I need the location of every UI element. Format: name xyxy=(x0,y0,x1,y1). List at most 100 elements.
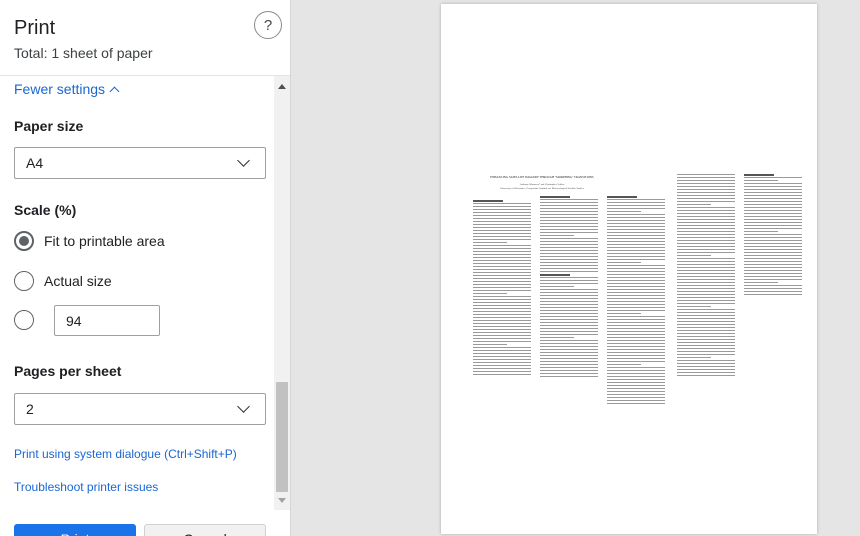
preview-text-line xyxy=(744,195,802,196)
preview-text-line xyxy=(473,365,531,366)
preview-text-line xyxy=(540,238,598,239)
paper-size-value: A4 xyxy=(26,155,44,171)
preview-text-line xyxy=(677,300,735,301)
preview-text-line xyxy=(677,174,735,175)
settings-scrollbar[interactable] xyxy=(274,76,290,510)
radio-actual-size[interactable] xyxy=(14,271,34,291)
preview-text-line xyxy=(677,288,735,289)
preview-text-line xyxy=(677,336,735,337)
preview-text-line xyxy=(607,403,665,404)
panel-divider xyxy=(290,0,291,536)
preview-text-line xyxy=(607,214,665,215)
preview-text-line xyxy=(677,306,711,307)
scale-option-fit[interactable]: Fit to printable area xyxy=(14,231,165,251)
preview-text-line xyxy=(540,361,598,362)
preview-text-line xyxy=(744,177,802,178)
cancel-button[interactable]: Cancel xyxy=(144,524,266,536)
preview-text-line xyxy=(607,256,665,257)
preview-text-line xyxy=(607,250,665,251)
preview-text-line xyxy=(677,225,735,226)
scale-option-custom[interactable] xyxy=(14,310,44,330)
page-title: Print xyxy=(14,17,56,39)
preview-text-line xyxy=(607,229,665,230)
preview-text-line xyxy=(540,367,598,368)
preview-text-line xyxy=(540,235,574,236)
preview-text-line xyxy=(540,370,598,371)
preview-text-line xyxy=(473,266,531,267)
preview-text-line xyxy=(744,189,802,190)
preview-text-line xyxy=(473,341,531,342)
preview-text-line xyxy=(540,229,598,230)
preview-text-line xyxy=(677,243,735,244)
preview-text-line xyxy=(540,250,598,251)
preview-text-line xyxy=(607,400,665,401)
scale-option-actual[interactable]: Actual size xyxy=(14,271,112,291)
preview-text-line xyxy=(473,203,531,204)
preview-text-line xyxy=(744,183,802,184)
preview-text-line xyxy=(607,373,665,374)
preview-text-line xyxy=(677,240,735,241)
preview-text-line xyxy=(744,264,802,265)
preview-text-line xyxy=(540,241,598,242)
paper-size-label: Paper size xyxy=(14,118,84,134)
preview-text-line xyxy=(744,225,802,226)
preview-text-line xyxy=(677,207,735,208)
preview-text-line xyxy=(473,215,531,216)
preview-text-line xyxy=(473,374,531,375)
radio-fit-to-printable-area[interactable] xyxy=(14,231,34,251)
custom-scale-input[interactable]: 94 xyxy=(54,305,160,336)
custom-scale-value: 94 xyxy=(66,312,82,329)
troubleshoot-link[interactable]: Troubleshoot printer issues xyxy=(14,480,158,494)
preview-text-line xyxy=(540,247,598,248)
preview-text-line xyxy=(473,296,531,297)
preview-text-line xyxy=(677,183,735,184)
preview-heading-line xyxy=(744,174,774,176)
preview-heading-line xyxy=(540,196,570,198)
preview-text-line xyxy=(540,280,598,281)
preview-text-line xyxy=(744,186,802,187)
preview-text-line xyxy=(473,308,531,309)
help-icon[interactable]: ? xyxy=(254,11,282,39)
preview-text-line xyxy=(677,297,735,298)
preview-text-line xyxy=(677,273,735,274)
preview-text-line xyxy=(744,276,802,277)
preview-text-line xyxy=(744,198,802,199)
paper-size-select[interactable]: A4 xyxy=(14,147,266,179)
preview-text-line xyxy=(540,313,598,314)
preview-text-line xyxy=(607,289,665,290)
preview-text-line xyxy=(473,362,531,363)
system-dialog-link[interactable]: Print using system dialogue (Ctrl+Shift+… xyxy=(14,447,237,461)
preview-text-line xyxy=(473,332,531,333)
preview-text-line xyxy=(607,313,641,314)
preview-text-line xyxy=(677,234,735,235)
preview-text-line xyxy=(473,371,531,372)
preview-text-line xyxy=(677,267,735,268)
preview-text-line xyxy=(744,252,802,253)
preview-text-line xyxy=(540,289,598,290)
preview-text-line xyxy=(540,328,598,329)
preview-text-line xyxy=(607,307,665,308)
preview-text-line xyxy=(677,264,735,265)
preview-text-line xyxy=(540,244,598,245)
preview-text-line xyxy=(677,219,735,220)
preview-text-line xyxy=(607,397,665,398)
preview-text-line xyxy=(473,218,531,219)
fewer-settings-toggle[interactable]: Fewer settings xyxy=(14,81,120,97)
preview-text-line xyxy=(607,379,665,380)
preview-text-line xyxy=(607,247,665,248)
preview-text-line xyxy=(677,318,735,319)
preview-text-line xyxy=(607,220,665,221)
scroll-up-arrow-icon[interactable] xyxy=(278,84,286,89)
print-button[interactable]: Print xyxy=(14,524,136,536)
preview-text-line xyxy=(607,355,665,356)
pages-per-sheet-select[interactable]: 2 xyxy=(14,393,266,425)
preview-text-line xyxy=(607,358,665,359)
preview-text-line xyxy=(607,232,665,233)
scroll-down-arrow-icon[interactable] xyxy=(278,498,286,503)
scrollbar-thumb[interactable] xyxy=(276,382,288,492)
preview-text-line xyxy=(677,369,735,370)
preview-text-line xyxy=(473,254,531,255)
preview-text-line xyxy=(677,237,735,238)
preview-text-line xyxy=(677,261,735,262)
radio-custom-scale[interactable] xyxy=(14,310,34,330)
